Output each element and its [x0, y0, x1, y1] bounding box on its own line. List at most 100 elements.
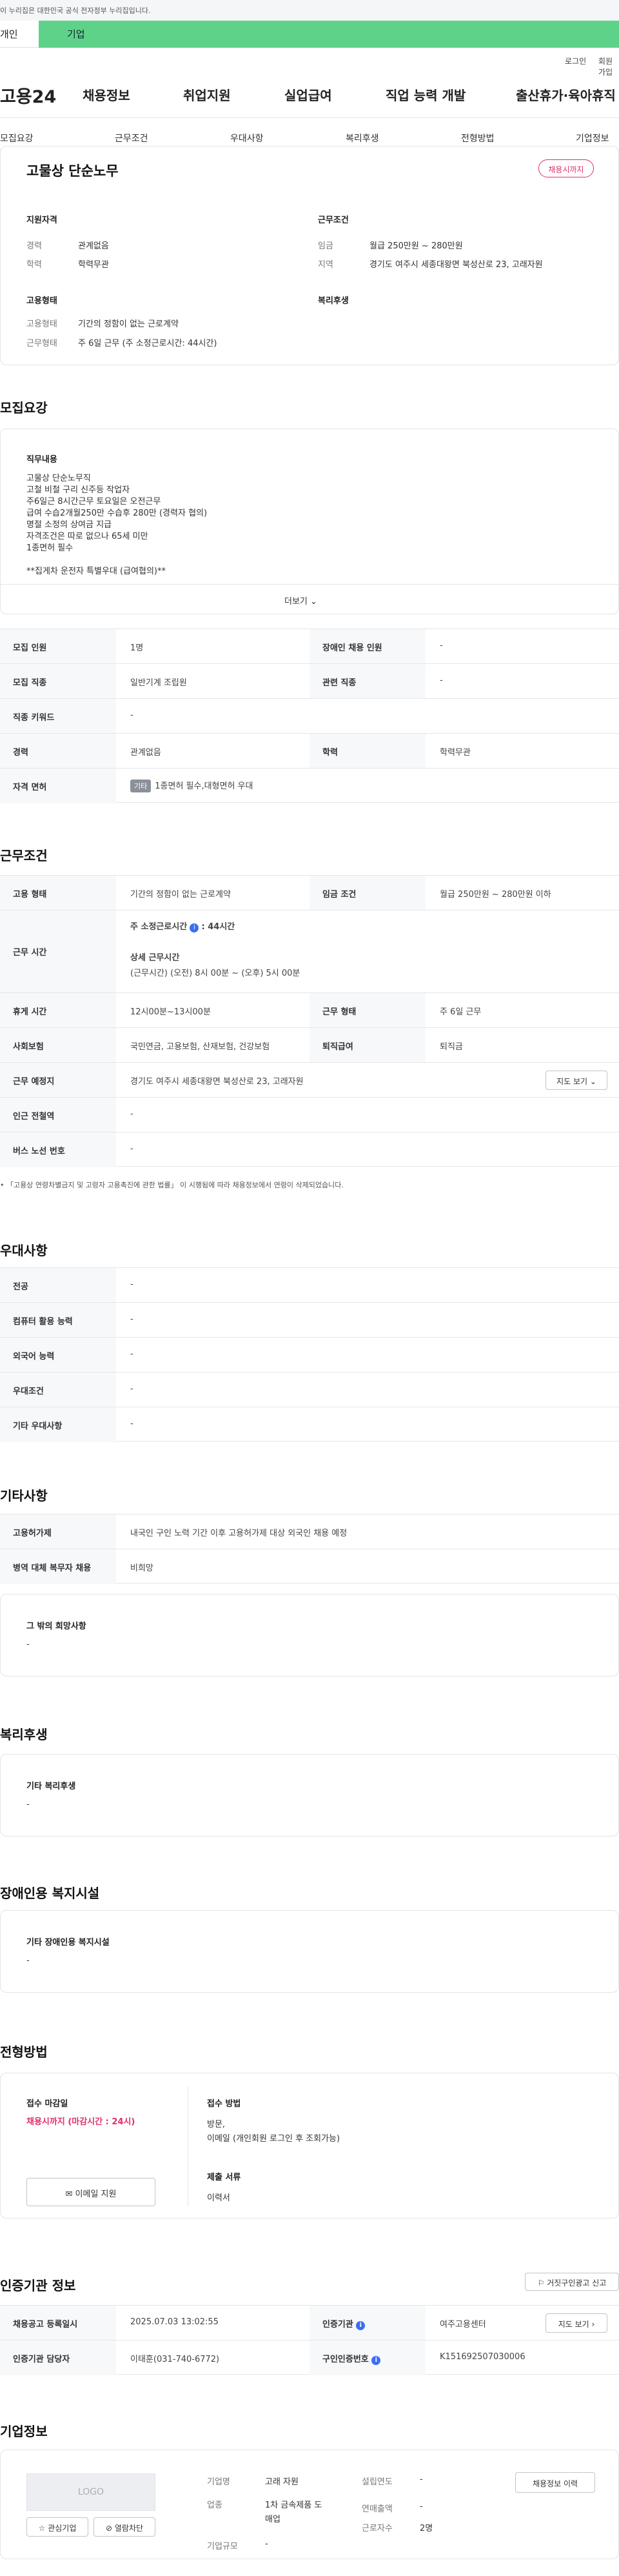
other-value: - — [26, 1640, 30, 1649]
map-label: 지도 보기 — [558, 2320, 589, 2329]
block-button[interactable]: ⊘ 열람차단 — [93, 2517, 155, 2537]
etc-table: 고용허가제 내국인 구인 노력 기간 이후 고용허가제 대상 외국인 채용 예정 … — [0, 1514, 619, 1585]
anchor-recruit[interactable]: 모집요강 — [0, 132, 34, 145]
table-value: K151692507030006 — [440, 2352, 526, 2362]
table-key: 외국어 능력 — [0, 1338, 116, 1373]
gnb-label: 채용정보 — [83, 88, 130, 103]
tab-business-label: 기업 — [67, 28, 85, 40]
table-row: 컴퓨터 활용 능력 - — [0, 1302, 619, 1338]
anchor-screening[interactable]: 전형방법 — [461, 132, 495, 145]
site-logo[interactable]: 고용24 — [0, 83, 56, 108]
job-desc-line: 1종면허 필수 — [26, 543, 74, 553]
tab-business[interactable]: 기업 — [39, 21, 619, 48]
job-desc-line: 급여 수습2개월250만 수습후 280만 (경력자 협의) — [26, 508, 208, 518]
info-icon[interactable]: i — [190, 923, 199, 932]
method-value-1: 방문, — [207, 2120, 226, 2129]
report-label: 거짓구인광고 신고 — [547, 2279, 607, 2288]
other-card: 그 밖의 희망사항 - — [0, 1594, 619, 1676]
table-value: 내국인 구인 노력 기간 이후 고용허가제 대상 외국인 채용 예정 — [130, 1529, 348, 1538]
weekly-value: : 44시간 — [201, 922, 235, 932]
table-row: 병역 대체 복무자 채용 비희망 — [0, 1549, 619, 1584]
gnb-item-training[interactable]: 직업 능력 개발 — [386, 85, 466, 104]
map-button[interactable]: 지도 보기 ⌄ — [545, 1071, 607, 1090]
gnb-item-jobs[interactable]: 채용정보 — [83, 85, 130, 104]
report-button[interactable]: ⚐ 거짓구인광고 신고 — [525, 2273, 619, 2291]
cond-heading: 근무조건 — [318, 216, 349, 225]
detail-hours-heading: 상세 근무시간 — [130, 953, 180, 963]
more-button[interactable]: 더보기 ⌄ — [284, 594, 317, 607]
divider — [1, 584, 618, 585]
job-desc-line: 주6일근 8시간근무 토요일은 오전근무 — [26, 497, 161, 507]
method-value-2: 이메일 (개인회원 로그인 후 조회가능) — [207, 2134, 340, 2144]
table-key: 인증기관 담당자 — [0, 2340, 116, 2375]
company-name-label: 기업명 — [207, 2477, 230, 2487]
chevron-down-icon: ⌄ — [589, 1077, 596, 1086]
table-value: 관계없음 — [130, 748, 161, 758]
table-value: - — [130, 1144, 133, 1154]
gnb-item-leave[interactable]: 출산휴가·육아휴직 — [516, 85, 616, 104]
table-row: 근무 예정지 경기도 여주시 세종대왕면 북성산로 23, 고래자원 지도 보기… — [0, 1062, 619, 1098]
deadline-value: 채용시까지 (마감시간 : 24시) — [26, 2117, 135, 2127]
chevron-right-icon: › — [591, 2320, 595, 2329]
size-value: - — [265, 2539, 268, 2549]
gnb-label: 직업 능력 개발 — [386, 88, 466, 103]
table-key: 구인인증번호 i — [310, 2340, 426, 2375]
welfare-heading: 복리후생 — [0, 1727, 48, 1742]
other-heading: 그 밖의 희망사항 — [26, 1622, 86, 1631]
table-row: 휴게 시간 12시00분~13시00분 근무 형태 주 6일 근무 — [0, 992, 619, 1028]
anchor-welfare[interactable]: 복리후생 — [346, 132, 379, 145]
table-key: 기타 우대사항 — [0, 1407, 116, 1442]
gov-banner: 이 누리집은 대한민국 공식 전자정부 누리집입니다. — [0, 0, 619, 21]
conditions-heading: 근무조건 — [0, 848, 48, 863]
table-row: 인근 전철역 - — [0, 1097, 619, 1132]
agency-map-button[interactable]: 지도 보기 › — [545, 2313, 607, 2333]
join-link[interactable]: 회원가입 — [598, 55, 619, 77]
join-label: 회원가입 — [598, 57, 613, 77]
info-icon[interactable]: i — [371, 2356, 381, 2365]
region-label: 지역 — [318, 260, 333, 270]
anchor-conditions[interactable]: 근무조건 — [115, 132, 148, 145]
disabled-card: 기타 장애인용 복지시설 - — [0, 1910, 619, 1993]
sales-value: - — [420, 2502, 423, 2511]
age-note-text: 「고용상 연령차별금지 및 고령자 고용촉진에 관한 법률」 이 시행됨에 따라… — [6, 1181, 344, 1189]
gnb-item-benefit[interactable]: 실업급여 — [284, 85, 332, 104]
industry-value-1: 1차 금속제품 도 — [265, 2501, 322, 2510]
deadline-heading: 접수 마감일 — [26, 2099, 68, 2109]
table-key: 전공 — [0, 1268, 116, 1303]
table-key: 병역 대체 복무자 채용 — [0, 1549, 116, 1584]
table-value: 12시00분~13시00분 — [130, 1007, 211, 1017]
table-key: 버스 노선 번호 — [0, 1132, 116, 1167]
anchor-pref[interactable]: 우대사항 — [230, 132, 264, 145]
age-note: • 「고용상 연령차별금지 및 고령자 고용촉진에 관한 법률」 이 시행됨에 … — [0, 1181, 344, 1189]
disabled-value: - — [26, 1956, 30, 1966]
company-logo: LOGO — [26, 2473, 155, 2511]
job-desc-line: 자격조건은 따로 없으나 65세 미만 — [26, 532, 148, 541]
anchor-company[interactable]: 기업정보 — [576, 132, 609, 145]
email-apply-button[interactable]: ✉ 이메일 지원 — [26, 2178, 155, 2206]
gnb-item-support[interactable]: 취업지원 — [183, 85, 231, 104]
table-value: - — [130, 1349, 133, 1359]
table-value: 국민연금, 고용보험, 산재보험, 건강보험 — [130, 1042, 270, 1052]
table-key: 우대조건 — [0, 1373, 116, 1407]
history-button[interactable]: 채용정보 이력 — [515, 2472, 595, 2493]
sales-label: 연매출액 — [362, 2504, 393, 2514]
work-label: 근무형태 — [26, 339, 57, 348]
emp-label: 고용형태 — [26, 319, 57, 329]
info-icon[interactable]: i — [356, 2321, 366, 2330]
pref-table: 전공 - 컴퓨터 활용 능력 - 외국어 능력 - 우대조건 - 기타 우대사항 - — [0, 1267, 619, 1443]
login-link[interactable]: 로그인 — [565, 55, 586, 66]
table-value: - — [130, 1384, 133, 1394]
table-key: 사회보험 — [0, 1028, 116, 1063]
table-key: 퇴직급여 — [310, 1028, 426, 1063]
qual-heading: 지원자격 — [26, 216, 57, 225]
year-label: 설립연도 — [362, 2477, 393, 2487]
anchor-label: 전형방법 — [461, 134, 495, 144]
fav-button[interactable]: ☆ 관심기업 — [26, 2517, 88, 2537]
table-row: 경력 관계없음 학력 학력무관 — [0, 733, 619, 769]
table-key: 채용공고 등록일시 — [0, 2306, 116, 2340]
form-heading: 고용형태 — [26, 296, 57, 306]
table-value: - — [130, 1280, 133, 1289]
wage-value: 월급 250만원 ~ 280만원 — [369, 241, 463, 251]
table-key: 근무 형태 — [310, 993, 426, 1028]
gnb-label: 출산휴가·육아휴직 — [516, 88, 616, 103]
